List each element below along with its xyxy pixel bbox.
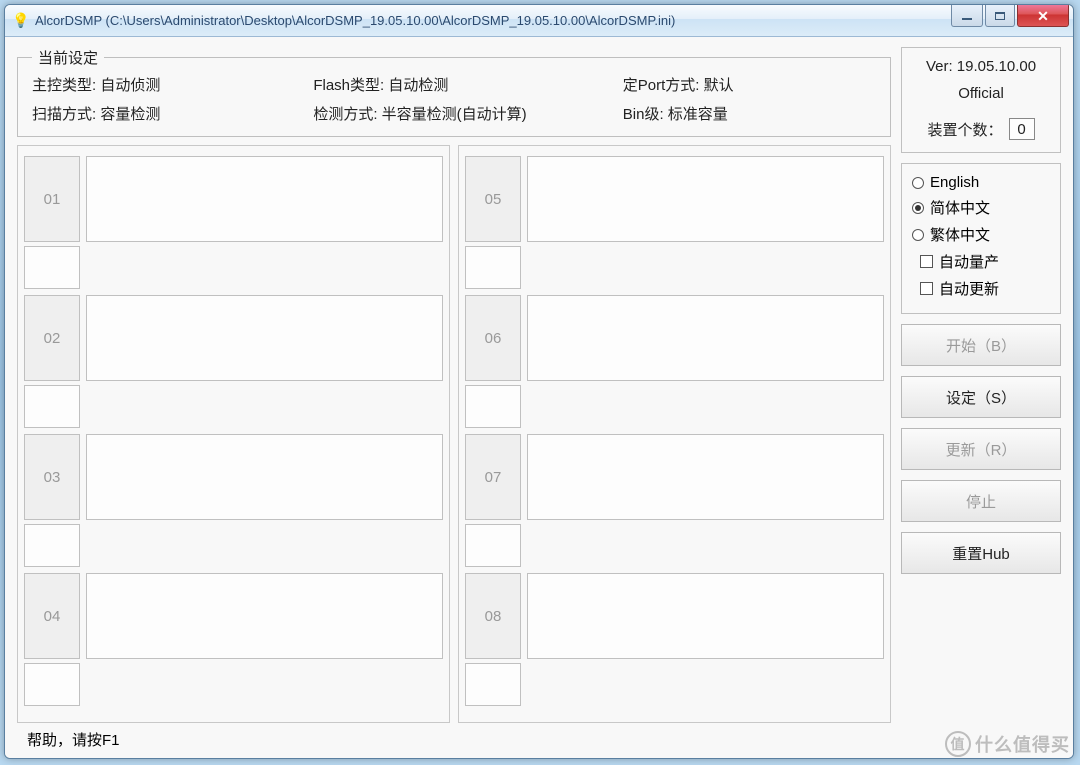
- slot-status-box: [86, 573, 443, 659]
- version-label: Ver: 19.05.10.00: [910, 58, 1052, 75]
- client-area: 当前设定 主控类型: 自动侦测 Flash类型: 自动检测 定Port方式: 默…: [5, 37, 1073, 758]
- slot-number: 01: [24, 156, 80, 242]
- titlebar-buttons: ✕: [951, 5, 1073, 36]
- slot-07: 07: [465, 434, 884, 567]
- slot-sub-box: [465, 663, 521, 706]
- slot-column-right: 05 06 07 08: [458, 145, 891, 723]
- app-icon: 💡: [13, 13, 29, 29]
- titlebar[interactable]: 💡 AlcorDSMP (C:\Users\Administrator\Desk…: [5, 5, 1073, 37]
- auto-update-checkbox[interactable]: 自动更新: [920, 278, 1042, 299]
- slot-sub-box: [465, 246, 521, 289]
- slot-number: 07: [465, 434, 521, 520]
- slot-number: 03: [24, 434, 80, 520]
- version-box: Ver: 19.05.10.00 Official 装置个数： 0: [901, 47, 1061, 153]
- auto-mp-label: 自动量产: [939, 251, 999, 272]
- slots-container: 01 02 03 04: [17, 145, 891, 723]
- slot-status-box: [86, 434, 443, 520]
- official-label: Official: [910, 85, 1052, 102]
- slot-status-box: [86, 295, 443, 381]
- radio-icon: [912, 202, 924, 214]
- minimize-button[interactable]: [951, 5, 983, 27]
- close-button[interactable]: ✕: [1017, 5, 1069, 27]
- radio-icon: [912, 177, 924, 189]
- lang-traditional-radio[interactable]: 繁体中文: [912, 224, 1050, 245]
- slot-08: 08: [465, 573, 884, 706]
- lang-english-label: English: [930, 174, 979, 191]
- slot-02: 02: [24, 295, 443, 428]
- slot-number: 02: [24, 295, 80, 381]
- current-settings-group: 当前设定 主控类型: 自动侦测 Flash类型: 自动检测 定Port方式: 默…: [17, 47, 891, 137]
- lang-simplified-radio[interactable]: 简体中文: [912, 197, 1050, 218]
- settings-legend: 当前设定: [32, 47, 104, 68]
- setting-port-mode: 定Port方式: 默认: [623, 74, 876, 95]
- slot-number: 06: [465, 295, 521, 381]
- setting-flash-type: Flash类型: 自动检测: [313, 74, 622, 95]
- checkbox-icon: [920, 255, 933, 268]
- auto-mp-checkbox[interactable]: 自动量产: [920, 251, 1042, 272]
- setting-controller-type: 主控类型: 自动侦测: [32, 74, 313, 95]
- slot-number: 05: [465, 156, 521, 242]
- language-box: English 简体中文 繁体中文 自动量产: [901, 163, 1061, 314]
- stop-button[interactable]: 停止: [901, 480, 1061, 522]
- setting-bin-level: Bin级: 标准容量: [623, 103, 876, 124]
- slot-number: 04: [24, 573, 80, 659]
- slot-01: 01: [24, 156, 443, 289]
- app-window: 💡 AlcorDSMP (C:\Users\Administrator\Desk…: [4, 4, 1074, 759]
- slot-04: 04: [24, 573, 443, 706]
- resethub-button[interactable]: 重置Hub: [901, 532, 1061, 574]
- slot-status-box: [527, 156, 884, 242]
- slot-number: 08: [465, 573, 521, 659]
- slot-column-left: 01 02 03 04: [17, 145, 450, 723]
- lang-traditional-label: 繁体中文: [930, 224, 990, 245]
- slot-05: 05: [465, 156, 884, 289]
- device-count-label: 装置个数：: [927, 119, 1002, 140]
- slot-sub-box: [465, 524, 521, 567]
- checkbox-icon: [920, 282, 933, 295]
- lang-simplified-label: 简体中文: [930, 197, 990, 218]
- slot-sub-box: [24, 246, 80, 289]
- refresh-button[interactable]: 更新（R）: [901, 428, 1061, 470]
- slot-06: 06: [465, 295, 884, 428]
- setting-scan-mode: 扫描方式: 容量检测: [32, 103, 313, 124]
- slot-status-box: [527, 295, 884, 381]
- slot-sub-box: [24, 385, 80, 428]
- slot-sub-box: [24, 663, 80, 706]
- auto-update-label: 自动更新: [939, 278, 999, 299]
- slot-sub-box: [465, 385, 521, 428]
- slot-status-box: [86, 156, 443, 242]
- side-panel: Ver: 19.05.10.00 Official 装置个数： 0 Englis…: [901, 47, 1061, 723]
- radio-icon: [912, 229, 924, 241]
- device-count-value: 0: [1009, 118, 1035, 140]
- window-title: AlcorDSMP (C:\Users\Administrator\Deskto…: [35, 13, 951, 28]
- slot-status-box: [527, 434, 884, 520]
- slot-03: 03: [24, 434, 443, 567]
- setting-button[interactable]: 设定（S）: [901, 376, 1061, 418]
- start-button[interactable]: 开始（B）: [901, 324, 1061, 366]
- slot-status-box: [527, 573, 884, 659]
- slot-sub-box: [24, 524, 80, 567]
- maximize-button[interactable]: [985, 5, 1015, 27]
- help-bar: 帮助，请按F1: [17, 723, 1061, 752]
- lang-english-radio[interactable]: English: [912, 174, 1050, 191]
- setting-detect-mode: 检测方式: 半容量检测(自动计算): [313, 103, 622, 124]
